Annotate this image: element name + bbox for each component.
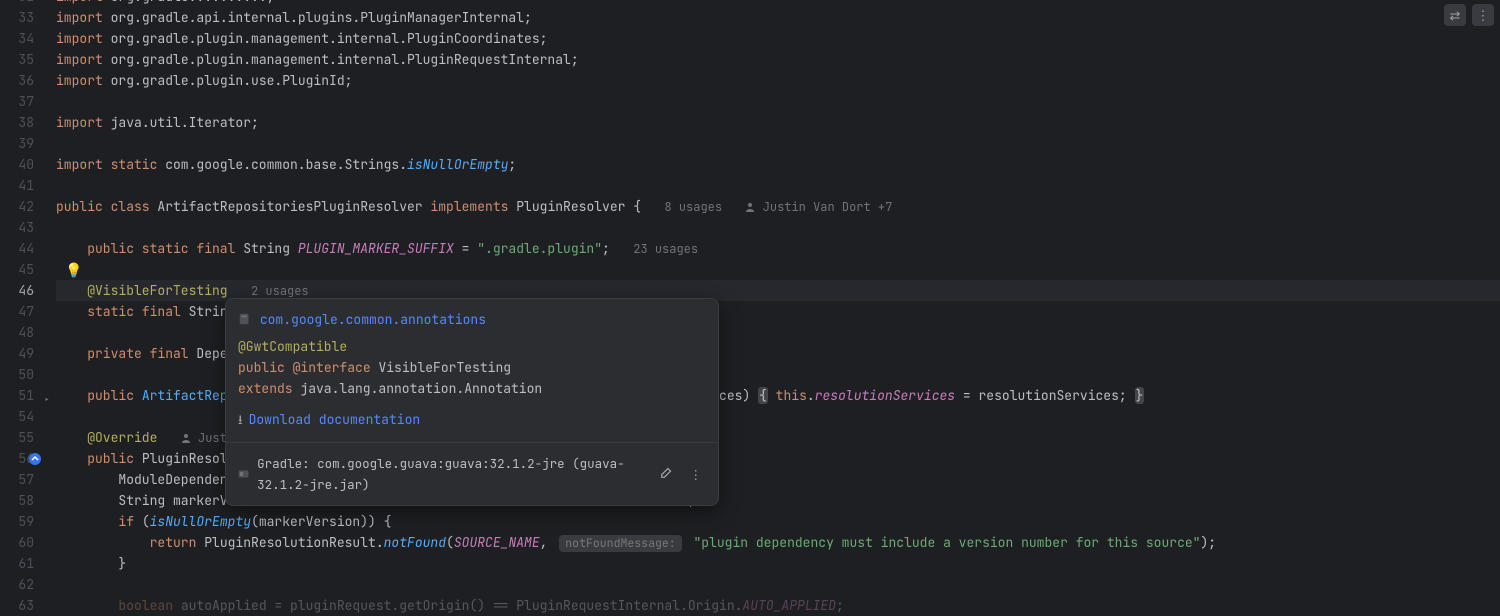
code-line[interactable]: import java.util.Iterator; [56, 112, 1500, 133]
download-documentation-link[interactable]: Download documentation [249, 411, 421, 428]
download-icon: ⭳ [238, 411, 243, 428]
code-line[interactable]: } [56, 553, 1500, 574]
line-number: 61 [0, 553, 54, 574]
usages-inlay[interactable]: 23 usages [633, 241, 698, 257]
line-number: 55 [0, 427, 54, 448]
line-number: 48 [0, 322, 54, 343]
line-number: 58 [0, 490, 54, 511]
code-line[interactable]: import org.gradle..........; [56, 0, 1500, 7]
override-gutter-icon[interactable] [28, 451, 42, 465]
code-line[interactable] [56, 91, 1500, 112]
code-line[interactable] [56, 574, 1500, 595]
library-icon [238, 467, 249, 481]
fold-arrow-icon[interactable]: ▸ [44, 389, 50, 410]
code-line[interactable] [56, 259, 1500, 280]
usages-inlay[interactable]: 8 usages [664, 199, 722, 215]
line-number: 39 [0, 133, 54, 154]
code-line[interactable] [56, 217, 1500, 238]
line-number: 57 [0, 469, 54, 490]
more-icon[interactable]: ⋮ [1472, 4, 1494, 26]
line-number: 44 [0, 238, 54, 259]
file-icon [238, 312, 252, 326]
doc-package-row: com.google.common.annotations [238, 309, 706, 330]
line-number: 37 [0, 91, 54, 112]
line-number: 38 [0, 112, 54, 133]
code-line[interactable]: public class ArtifactRepositoriesPluginR… [56, 196, 1500, 217]
doc-signature: @GwtCompatible public @interface Visible… [238, 336, 706, 399]
line-number: 46 [0, 280, 54, 301]
edit-icon[interactable] [656, 462, 678, 487]
line-number: 41 [0, 175, 54, 196]
code-line[interactable]: if (isNullOrEmpty(markerVersion)) { [56, 511, 1500, 532]
line-number: 50 [0, 364, 54, 385]
line-number: 42 [0, 196, 54, 217]
line-number: 56 [0, 448, 54, 469]
line-number: 60 [0, 532, 54, 553]
code-line[interactable]: boolean autoApplied = pluginRequest.getO… [56, 595, 1500, 616]
line-number: 36 [0, 70, 54, 91]
line-number: 35 [0, 49, 54, 70]
usages-inlay[interactable]: 2 usages [251, 283, 309, 299]
code-line[interactable]: import org.gradle.plugin.management.inte… [56, 49, 1500, 70]
line-number: 32 [0, 0, 54, 7]
code-line[interactable]: return PluginResolutionResult.notFound(S… [56, 532, 1500, 553]
doc-download-row: ⭳ Download documentation [226, 409, 718, 442]
line-number: 45 [0, 259, 54, 280]
code-line[interactable] [56, 133, 1500, 154]
line-number: 62 [0, 574, 54, 595]
doc-package-link[interactable]: com.google.common.annotations [260, 311, 486, 328]
line-number: 40 [0, 154, 54, 175]
line-number: 59 [0, 511, 54, 532]
code-line[interactable]: import org.gradle.api.internal.plugins.P… [56, 7, 1500, 28]
quick-doc-popup: com.google.common.annotations @GwtCompat… [225, 298, 719, 506]
line-number-gutter: 3233343536373839404142434445464748495051… [0, 0, 54, 600]
line-number: 47 [0, 301, 54, 322]
code-line[interactable]: import static com.google.common.base.Str… [56, 154, 1500, 175]
author-inlay[interactable]: Justin Van Dort +7 [745, 199, 892, 215]
doc-footer: Gradle: com.google.guava:guava:32.1.2-jr… [226, 442, 718, 505]
line-number: 33 [0, 7, 54, 28]
code-line[interactable] [56, 175, 1500, 196]
parameter-hint: notFoundMessage: [559, 535, 681, 552]
line-number: 63 [0, 595, 54, 616]
code-line[interactable]: public static final String PLUGIN_MARKER… [56, 238, 1500, 259]
intention-bulb-icon[interactable]: 💡 [65, 261, 82, 282]
line-number: 49 [0, 343, 54, 364]
reader-mode-icon[interactable]: ⇄ [1444, 4, 1466, 26]
line-number: 34 [0, 28, 54, 49]
kebab-menu-icon[interactable]: ⋮ [686, 462, 707, 487]
doc-source-label: Gradle: com.google.guava:guava:32.1.2-jr… [257, 453, 639, 495]
editor-top-right-tools: ⇄ ⋮ [1444, 4, 1494, 26]
code-line[interactable]: import org.gradle.plugin.use.PluginId; [56, 70, 1500, 91]
line-number: 43 [0, 217, 54, 238]
code-line[interactable]: import org.gradle.plugin.management.inte… [56, 28, 1500, 49]
